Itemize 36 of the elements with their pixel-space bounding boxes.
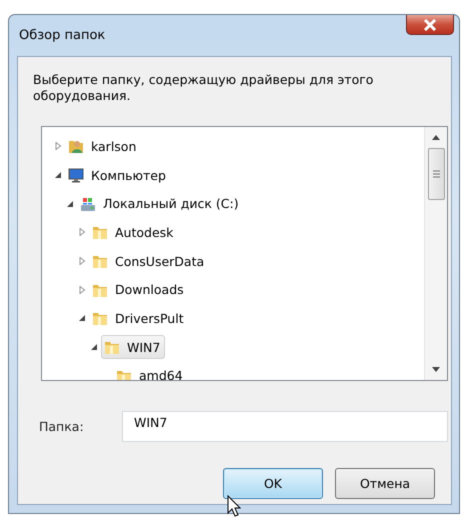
scroll-thumb[interactable]	[428, 148, 444, 200]
ok-button[interactable]: OK	[223, 468, 323, 499]
expand-arrow-icon[interactable]	[55, 142, 62, 150]
folder-icon	[92, 253, 108, 270]
folder-field[interactable]: WIN7	[122, 411, 448, 442]
computer-icon	[68, 167, 84, 184]
tree-item[interactable]: Локальный диск (C:)	[77, 192, 244, 216]
collapse-arrow-icon[interactable]	[55, 171, 62, 180]
tree-item[interactable]: Autodesk	[89, 220, 178, 244]
tree-item[interactable]: DriversPult	[89, 306, 189, 330]
folder-label: Папка:	[39, 419, 85, 434]
expand-arrow-icon[interactable]	[79, 286, 86, 294]
tree-item[interactable]: karlson	[65, 134, 142, 158]
folder-icon	[92, 224, 108, 240]
scroll-up-icon[interactable]	[432, 135, 440, 140]
tree-item[interactable]: ConsUserData	[89, 249, 210, 274]
close-icon	[423, 18, 437, 30]
expand-arrow-icon[interactable]	[79, 257, 86, 266]
pointer-cursor-icon	[227, 495, 243, 519]
window-title: Обзор папок	[19, 28, 106, 43]
description-text: Выберите папку, содержащую драйверы для этого оборудования.	[33, 72, 374, 104]
tree-item[interactable]: Downloads	[89, 278, 189, 302]
tree-item[interactable]: Компьютер	[65, 163, 171, 188]
drive-icon	[80, 196, 96, 212]
collapse-arrow-icon[interactable]	[91, 343, 98, 352]
folder-icon	[104, 339, 120, 356]
scroll-down-icon[interactable]	[432, 367, 440, 372]
scrollbar[interactable]	[424, 127, 447, 380]
close-button[interactable]	[406, 15, 454, 35]
user-folder-icon	[68, 138, 84, 154]
expand-arrow-icon[interactable]	[79, 228, 86, 236]
collapse-arrow-icon[interactable]	[67, 200, 74, 208]
folder-icon	[92, 310, 108, 326]
tree-item[interactable]: WIN7	[101, 335, 166, 360]
cancel-button[interactable]: Отмена	[335, 468, 435, 499]
collapse-arrow-icon[interactable]	[79, 314, 86, 322]
